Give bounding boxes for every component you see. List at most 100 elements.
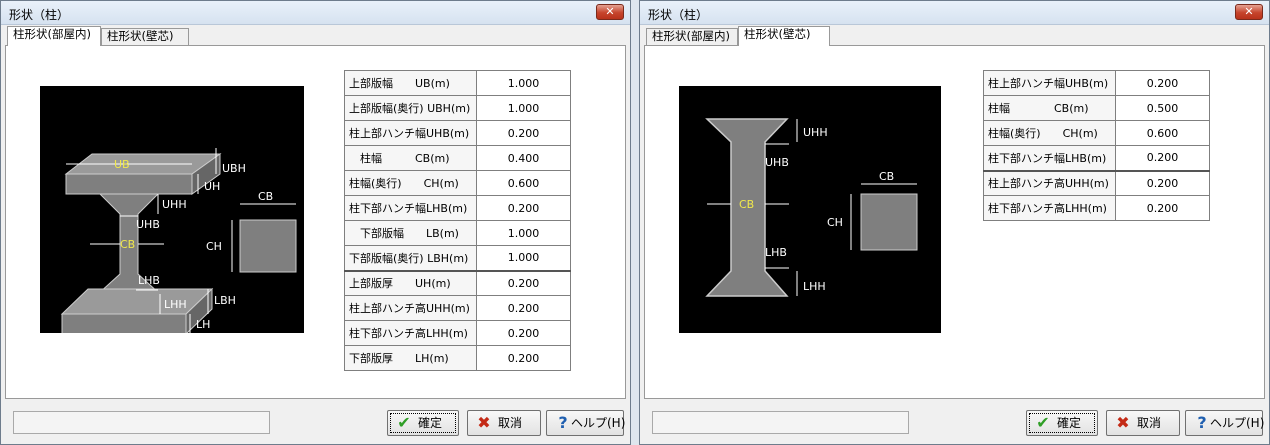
- title-bar: 形状（柱） ✕: [640, 1, 1269, 25]
- parameter-value-field[interactable]: 0.200: [476, 320, 571, 346]
- parameter-row: 柱下部ハンチ幅LHB(m) 0.200: [344, 195, 571, 221]
- parameter-row: 柱下部ハンチ高LHH(m) 0.200: [344, 320, 571, 346]
- x-icon: ✖: [1116, 413, 1130, 432]
- parameter-label: 柱幅 CB(m): [983, 95, 1116, 121]
- section-label-cb: CB: [258, 190, 273, 203]
- parameter-row: 柱幅(奥行) CH(m) 0.600: [344, 170, 571, 196]
- parameter-row: 下部版幅(奥行) LBH(m) 1.000: [344, 245, 571, 271]
- close-button[interactable]: ✕: [1235, 4, 1263, 20]
- help-button[interactable]: ? ヘルプ(H): [546, 410, 625, 436]
- parameter-value-field[interactable]: 0.600: [476, 170, 571, 196]
- dim-label-cb: CB: [739, 198, 754, 211]
- tab-panel: UB UBH UH UHH UHB CB LHB LHH LBH LH LB C…: [5, 45, 626, 399]
- question-icon: ?: [558, 413, 568, 432]
- parameter-label: 柱下部ハンチ高LHH(m): [983, 195, 1116, 221]
- parameter-label: 柱幅(奥行) CH(m): [983, 120, 1116, 146]
- status-field: [652, 411, 909, 434]
- dim-label-ubh: UBH: [222, 162, 246, 175]
- parameter-label: 柱上部ハンチ高UHH(m): [983, 169, 1116, 196]
- help-button[interactable]: ? ヘルプ(H): [1185, 410, 1264, 436]
- parameter-value-field[interactable]: 0.400: [476, 145, 571, 171]
- column-section-box: [860, 193, 918, 251]
- parameter-value-field[interactable]: 0.200: [476, 120, 571, 146]
- parameter-label: 下部版幅 LB(m): [344, 220, 477, 246]
- parameter-label: 柱上部ハンチ幅UHB(m): [983, 70, 1116, 96]
- parameter-label: 柱幅 CB(m): [344, 145, 477, 171]
- parameter-row: 柱上部ハンチ幅UHB(m) 0.200: [344, 120, 571, 146]
- parameter-label: 上部版幅(奥行) UBH(m): [344, 95, 477, 121]
- parameter-value-field[interactable]: 1.000: [476, 245, 571, 271]
- tab-panel: UHH UHB CB LHB LHH CB CH 柱上部ハンチ幅UHB(m) 0.…: [644, 45, 1265, 399]
- dialog-column-shape-right: 形状（柱） ✕ 柱形状(部屋内) 柱形状(壁芯) UHH UHB CB LHB …: [639, 0, 1270, 445]
- parameter-row: 下部版厚 LH(m) 0.200: [344, 345, 571, 371]
- parameter-label: 下部版厚 LH(m): [344, 345, 477, 371]
- parameter-value-field[interactable]: 0.600: [1115, 120, 1210, 146]
- parameter-label: 柱幅(奥行) CH(m): [344, 170, 477, 196]
- top-slab-front-face: [65, 173, 193, 195]
- section-label-ch: CH: [206, 240, 222, 253]
- title-bar: 形状（柱） ✕: [1, 1, 630, 25]
- dim-label-ub: UB: [114, 158, 130, 171]
- x-icon: ✖: [477, 413, 491, 432]
- question-icon: ?: [1197, 413, 1207, 432]
- tab-column-shape-inside-room[interactable]: 柱形状(部屋内): [7, 26, 101, 46]
- dim-label-lhh: LHH: [803, 280, 826, 293]
- dim-label-uhb: UHB: [765, 156, 789, 169]
- parameter-label: 上部版幅 UB(m): [344, 70, 477, 96]
- dim-label-uhb: UHB: [136, 218, 160, 231]
- tab-column-shape-inside-room[interactable]: 柱形状(部屋内): [646, 28, 738, 45]
- cancel-button[interactable]: ✖ 取消: [1106, 410, 1180, 436]
- parameter-table: 上部版幅 UB(m) 1.000 上部版幅(奥行) UBH(m) 1.000 柱上部ハン…: [344, 70, 571, 371]
- window-gap: [631, 0, 639, 445]
- parameter-row: 上部版厚 UH(m) 0.200: [344, 269, 571, 296]
- dialog-column-shape-left: 形状（柱） ✕ 柱形状(部屋内) 柱形状(壁芯) UB UBH UH UHH U…: [0, 0, 631, 445]
- column-shape-diagram: UHH UHB CB LHB LHH CB CH: [679, 86, 941, 333]
- bottom-slab-front-face: [61, 313, 187, 333]
- dim-label-lhb: LHB: [138, 274, 160, 287]
- parameter-value-field[interactable]: 0.200: [476, 345, 571, 371]
- column-shape-diagram: UB UBH UH UHH UHB CB LHB LHH LBH LH LB C…: [40, 86, 304, 333]
- parameter-row: 柱下部ハンチ幅LHB(m) 0.200: [983, 145, 1210, 171]
- check-icon: ✔: [1036, 413, 1050, 432]
- close-button[interactable]: ✕: [596, 4, 624, 20]
- parameter-value-field[interactable]: 0.200: [1115, 70, 1210, 96]
- dim-label-lh: LH: [196, 318, 210, 331]
- parameter-label: 柱下部ハンチ幅LHB(m): [344, 195, 477, 221]
- parameter-table: 柱上部ハンチ幅UHB(m) 0.200 柱幅 CB(m) 0.500 柱幅(奥行) CH…: [983, 70, 1210, 221]
- parameter-value-field[interactable]: 0.500: [1115, 95, 1210, 121]
- parameter-label: 柱上部ハンチ高UHH(m): [344, 295, 477, 321]
- parameter-label: 柱上部ハンチ幅UHB(m): [344, 120, 477, 146]
- parameter-label: 柱下部ハンチ高LHH(m): [344, 320, 477, 346]
- parameter-value-field[interactable]: 0.200: [1115, 169, 1210, 196]
- cancel-button[interactable]: ✖ 取消: [467, 410, 541, 436]
- parameter-value-field[interactable]: 0.200: [1115, 195, 1210, 221]
- confirm-button[interactable]: ✔ 確定: [1026, 410, 1098, 436]
- parameter-value-field[interactable]: 1.000: [476, 95, 571, 121]
- parameter-value-field[interactable]: 1.000: [476, 70, 571, 96]
- dim-label-lbh: LBH: [214, 294, 236, 307]
- parameter-row: 柱上部ハンチ高UHH(m) 0.200: [344, 295, 571, 321]
- check-icon: ✔: [397, 413, 411, 432]
- parameter-row: 柱下部ハンチ高LHH(m) 0.200: [983, 195, 1210, 221]
- parameter-value-field[interactable]: 0.200: [476, 195, 571, 221]
- parameter-row: 柱幅 CB(m) 0.500: [983, 95, 1210, 121]
- parameter-row: 上部版幅(奥行) UBH(m) 1.000: [344, 95, 571, 121]
- parameter-value-field[interactable]: 0.200: [1115, 145, 1210, 171]
- tab-column-shape-wall-center[interactable]: 柱形状(壁芯): [738, 26, 830, 46]
- parameter-row: 柱上部ハンチ幅UHB(m) 0.200: [983, 70, 1210, 96]
- parameter-row: 下部版幅 LB(m) 1.000: [344, 220, 571, 246]
- tab-column-shape-wall-center[interactable]: 柱形状(壁芯): [101, 28, 189, 45]
- parameter-label: 下部版幅(奥行) LBH(m): [344, 245, 477, 271]
- tab-strip: 柱形状(部屋内) 柱形状(壁芯): [5, 26, 626, 46]
- confirm-button[interactable]: ✔ 確定: [387, 410, 459, 436]
- window-title: 形状（柱）: [9, 8, 70, 22]
- dim-label-cb: CB: [120, 238, 135, 251]
- parameter-value-field[interactable]: 1.000: [476, 220, 571, 246]
- dim-label-uhh: UHH: [162, 198, 187, 211]
- parameter-row: 柱幅 CB(m) 0.400: [344, 145, 571, 171]
- dim-label-uh: UH: [204, 180, 220, 193]
- parameter-value-field[interactable]: 0.200: [476, 295, 571, 321]
- parameter-value-field[interactable]: 0.200: [476, 269, 571, 296]
- parameter-row: 上部版幅 UB(m) 1.000: [344, 70, 571, 96]
- section-label-ch: CH: [827, 216, 843, 229]
